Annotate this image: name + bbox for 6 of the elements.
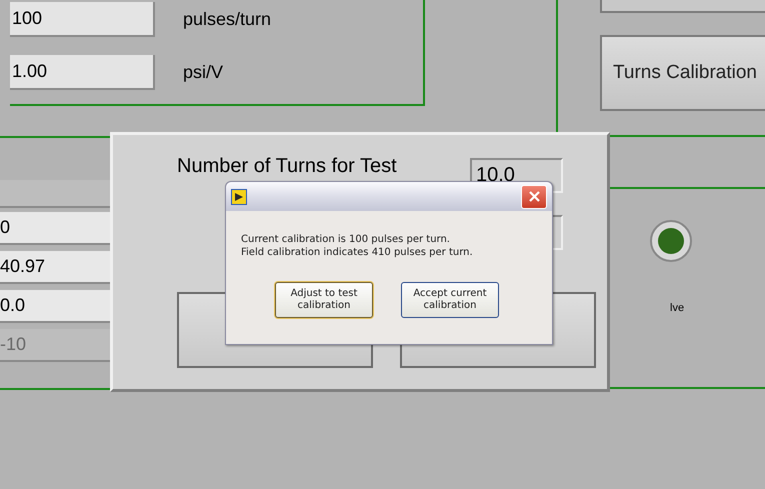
unit-label: psi/V [183, 61, 224, 84]
valve-label: lve [670, 301, 684, 316]
turns-label: Number of Turns for Test [177, 154, 397, 179]
dialog-message: Field calibration indicates 410 pulses per turn. [241, 246, 474, 259]
unit-label: pulses/turn [183, 8, 272, 31]
dialog-message: Current calibration is 100 pulses per turn. [241, 233, 451, 246]
